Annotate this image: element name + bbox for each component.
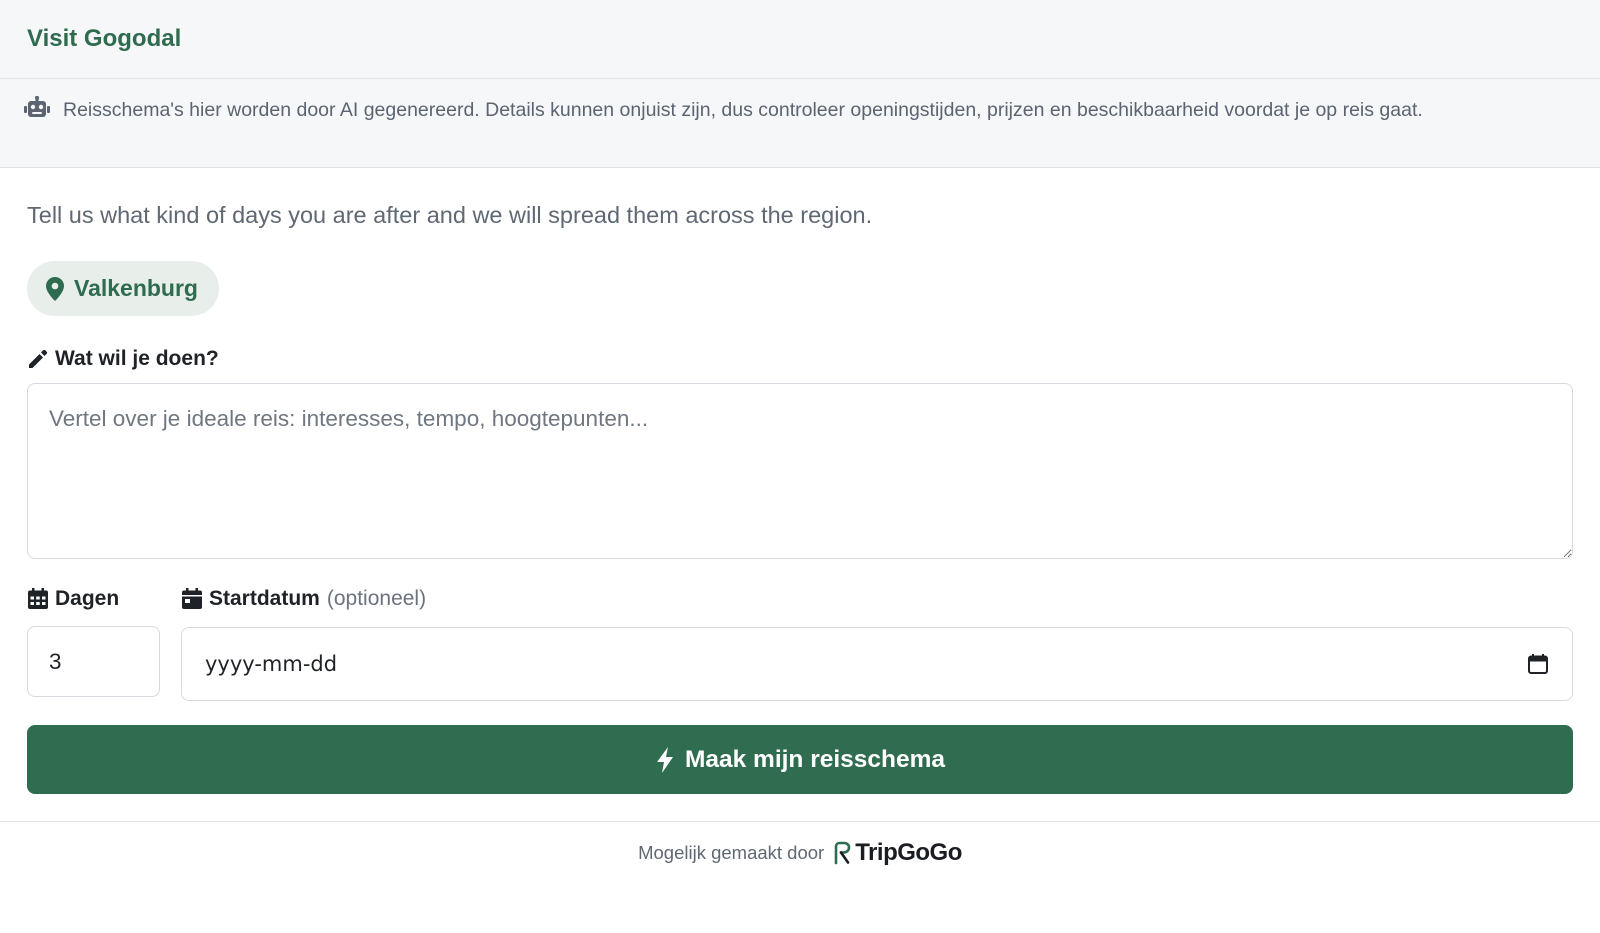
- calendar-grid-icon: [28, 588, 48, 609]
- brand-link[interactable]: TripGoGo: [832, 839, 962, 867]
- create-itinerary-label: Maak mijn reisschema: [684, 745, 946, 773]
- date-label-row: Startdatum (optioneel): [181, 586, 1573, 612]
- activity-label-row: Wat wil je doen?: [27, 346, 1573, 372]
- activity-textarea[interactable]: [27, 383, 1573, 559]
- trip-form: Tell us what kind of days you are after …: [0, 200, 1600, 794]
- tripgogo-logo-icon: [834, 841, 851, 864]
- site-title[interactable]: Visit Gogodal: [27, 25, 181, 53]
- calendar-picker-icon[interactable]: [1527, 653, 1549, 675]
- create-itinerary-button[interactable]: Maak mijn reisschema: [27, 725, 1573, 794]
- brand-name: TripGoGo: [855, 838, 962, 866]
- days-date-row: Dagen 3 Startdatum (optioneel) yyyy-mm-d…: [27, 586, 1573, 701]
- intro-text: Tell us what kind of days you are after …: [27, 202, 873, 228]
- bolt-icon: [656, 746, 673, 773]
- days-value: 3: [49, 648, 62, 674]
- date-column: Startdatum (optioneel) yyyy-mm-dd: [181, 586, 1573, 701]
- ai-notice: Reisschema's hier worden door AI gegener…: [0, 79, 1600, 168]
- days-label: Dagen: [55, 587, 120, 610]
- footer-text: Mogelijk gemaakt door: [638, 841, 825, 863]
- date-optional-label: (optioneel): [326, 587, 427, 610]
- start-date-input[interactable]: yyyy-mm-dd: [181, 627, 1573, 701]
- date-label: Startdatum: [209, 587, 320, 610]
- days-label-row: Dagen: [27, 586, 160, 612]
- notice-text: Reisschema's hier worden door AI gegener…: [63, 99, 1423, 121]
- app-header: Visit Gogodal: [0, 0, 1600, 79]
- activity-label: Wat wil je doen?: [55, 347, 219, 370]
- days-column: Dagen 3: [27, 586, 160, 701]
- robot-icon: [24, 96, 50, 117]
- footer: Mogelijk gemaakt door TripGoGo: [0, 821, 1600, 881]
- location-label: Valkenburg: [74, 275, 198, 301]
- date-placeholder: yyyy-mm-dd: [205, 652, 338, 676]
- calendar-icon: [182, 588, 202, 609]
- map-pin-icon: [46, 276, 64, 301]
- days-input[interactable]: 3: [27, 626, 160, 697]
- pencil-icon: [29, 349, 48, 368]
- location-chip[interactable]: Valkenburg: [27, 261, 219, 316]
